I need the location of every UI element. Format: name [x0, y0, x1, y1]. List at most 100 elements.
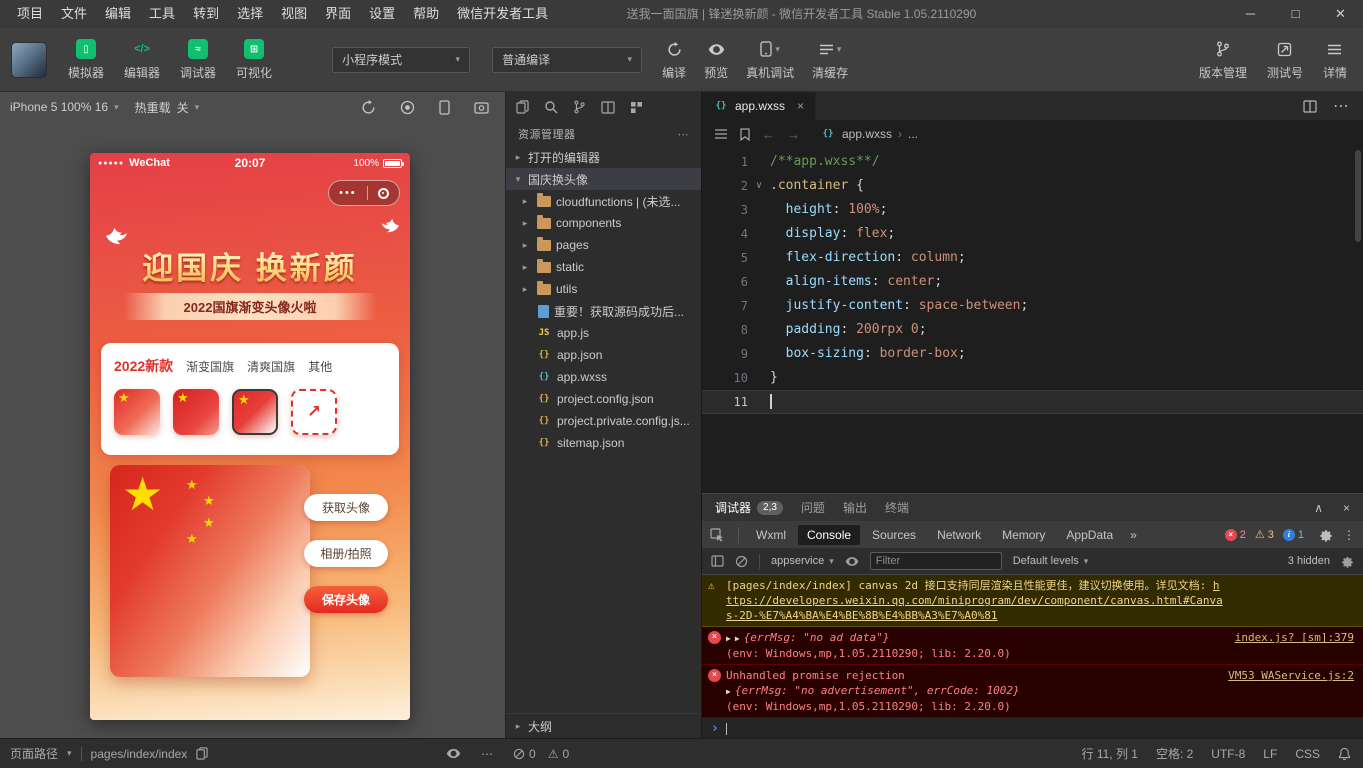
breadcrumb-more[interactable]: ... [908, 127, 918, 141]
remote-debug-button[interactable]: ▾ 真机调试 [746, 38, 794, 81]
search-icon[interactable] [544, 100, 558, 114]
device-select[interactable]: iPhone 5 100% 16 ▾ [10, 100, 119, 114]
compile-mode-select[interactable]: 普通编译 ▾ [492, 47, 642, 73]
tree-item[interactable]: {}project.private.config.js... [506, 410, 701, 432]
get-avatar-button[interactable]: 获取头像 [304, 494, 388, 521]
context-select[interactable]: appservice ▾ [771, 555, 834, 567]
clear-cache-button[interactable]: ▾ 清缓存 [812, 38, 848, 81]
navigate-forward-icon[interactable]: → [787, 127, 800, 142]
code-editor[interactable]: 1/**app.wxss**/2∨.container {3 height: 1… [702, 148, 1363, 493]
devtools-tab-sources[interactable]: Sources [863, 525, 925, 545]
console-filter-input[interactable] [870, 552, 1002, 570]
rotate-device-icon[interactable] [361, 100, 376, 115]
maximize-button[interactable]: □ [1273, 0, 1318, 28]
info-count-badge[interactable]: i1 [1283, 529, 1304, 541]
tree-item[interactable]: ▸pages [506, 234, 701, 256]
tree-item[interactable]: 重要！获取源码成功后... [506, 300, 701, 322]
error-count-badge[interactable]: ×2 [1225, 529, 1246, 541]
outline-list-icon[interactable] [714, 128, 728, 140]
more-tabs-icon[interactable]: » [1125, 528, 1142, 542]
tree-item[interactable]: {}app.wxss [506, 366, 701, 388]
explorer-more-icon[interactable]: ⋯ [678, 128, 690, 141]
tab-gradient-flag[interactable]: 渐变国旗 [186, 358, 234, 375]
hot-reload-toggle[interactable]: 热重载 关 ▾ [135, 99, 200, 116]
console-settings-gear-icon[interactable] [1341, 555, 1354, 568]
indentation[interactable]: 空格: 2 [1156, 745, 1193, 762]
code-line[interactable]: 10} [702, 366, 1363, 390]
tree-item[interactable]: ▸static [506, 256, 701, 278]
log-levels-select[interactable]: Default levels ▾ [1013, 555, 1089, 567]
console-warning-message[interactable]: ⚠[pages/index/index] canvas 2d 接口支持同层渲染且… [702, 575, 1363, 627]
close-tab-icon[interactable]: × [797, 99, 804, 113]
menu-item[interactable]: 项目 [8, 0, 52, 28]
files-icon[interactable] [516, 100, 529, 114]
notifications-bell-icon[interactable] [1338, 747, 1351, 761]
visualizer-toggle-button[interactable]: ⊞ 可视化 [236, 38, 272, 81]
encoding[interactable]: UTF-8 [1211, 747, 1245, 761]
menu-item[interactable]: 工具 [140, 0, 184, 28]
warning-count-badge[interactable]: ⚠3 [1255, 528, 1274, 541]
tab-2022-new[interactable]: 2022新款 [114, 356, 173, 376]
tab-app-wxss[interactable]: {} app.wxss × [702, 92, 816, 120]
tree-item[interactable]: {}app.json [506, 344, 701, 366]
menu-item[interactable]: 视图 [272, 0, 316, 28]
settings-gear-icon[interactable] [1319, 528, 1333, 542]
tree-item[interactable]: {}project.config.json [506, 388, 701, 410]
eye-icon[interactable] [446, 748, 461, 759]
split-editor-icon[interactable] [1303, 100, 1317, 113]
tree-item[interactable]: ▸cloudfunctions | (未选... [506, 190, 701, 212]
close-button[interactable]: ✕ [1318, 0, 1363, 28]
tree-item[interactable]: ▸components [506, 212, 701, 234]
capsule-close-icon[interactable] [378, 188, 389, 199]
tab-debugger[interactable]: 调试器 2,3 [715, 499, 783, 516]
kebab-menu-icon[interactable]: ⋮ [1343, 528, 1355, 542]
tree-item[interactable]: ▸utils [506, 278, 701, 300]
tree-item[interactable]: {}sitemap.json [506, 432, 701, 454]
extensions-icon[interactable] [630, 101, 643, 114]
console-prompt[interactable]: › [702, 718, 1363, 738]
inspect-element-icon[interactable] [710, 528, 724, 542]
close-panel-icon[interactable]: × [1343, 501, 1350, 515]
code-line[interactable]: 9 box-sizing: border-box; [702, 342, 1363, 366]
scrollbar-thumb[interactable] [1355, 150, 1361, 242]
console-error-message[interactable]: ×▶▶{errMsg: "no ad data"}(env: Windows,m… [702, 627, 1363, 665]
code-line[interactable]: 8 padding: 200rpx 0; [702, 318, 1363, 342]
page-path-value[interactable]: pages/index/index [91, 747, 188, 761]
console-sidebar-icon[interactable] [711, 555, 724, 567]
menu-item[interactable]: 界面 [316, 0, 360, 28]
devtools-tab-wxml[interactable]: Wxml [747, 525, 795, 545]
version-control-button[interactable]: 版本管理 [1199, 38, 1247, 81]
code-line[interactable]: 3 height: 100%; [702, 198, 1363, 222]
split-panel-icon[interactable] [601, 101, 615, 114]
navigate-back-icon[interactable]: ← [762, 127, 775, 142]
menu-item[interactable]: 文件 [52, 0, 96, 28]
tab-problems[interactable]: 问题 [801, 499, 825, 516]
language-mode[interactable]: CSS [1295, 747, 1320, 761]
hidden-messages-count[interactable]: 3 hidden [1288, 555, 1330, 567]
test-account-button[interactable]: 测试号 [1267, 38, 1303, 81]
preview-button[interactable]: 预览 [704, 38, 728, 81]
eye-icon[interactable] [845, 556, 859, 567]
album-camera-button[interactable]: 相册/拍照 [304, 540, 388, 567]
record-icon[interactable] [400, 100, 415, 115]
user-avatar[interactable] [12, 43, 46, 77]
tree-item[interactable]: JSapp.js [506, 322, 701, 344]
clear-console-icon[interactable] [735, 555, 748, 568]
devtools-tab-network[interactable]: Network [928, 525, 990, 545]
problems-summary[interactable]: 0 ⚠ 0 [513, 739, 569, 768]
screenshot-icon[interactable] [474, 100, 489, 115]
fold-icon[interactable]: ∨ [748, 174, 770, 198]
code-line[interactable]: 2∨.container { [702, 174, 1363, 198]
menu-item[interactable]: 微信开发者工具 [448, 0, 557, 28]
flag-thumbnail[interactable]: ★ [173, 389, 219, 435]
page-path-label[interactable]: 页面路径 [10, 745, 58, 762]
disclosure-icon[interactable]: ▶ [726, 634, 731, 643]
menu-item[interactable]: 设置 [360, 0, 404, 28]
bookmark-icon[interactable] [740, 128, 750, 141]
devtools-tab-console[interactable]: Console [798, 525, 860, 545]
more-dots-icon[interactable]: ••• [339, 188, 357, 198]
devtools-tab-appdata[interactable]: AppData [1057, 525, 1122, 545]
details-button[interactable]: 详情 [1323, 38, 1347, 81]
menu-item[interactable]: 选择 [228, 0, 272, 28]
open-editors-section[interactable]: ▸ 打开的编辑器 [506, 146, 701, 168]
